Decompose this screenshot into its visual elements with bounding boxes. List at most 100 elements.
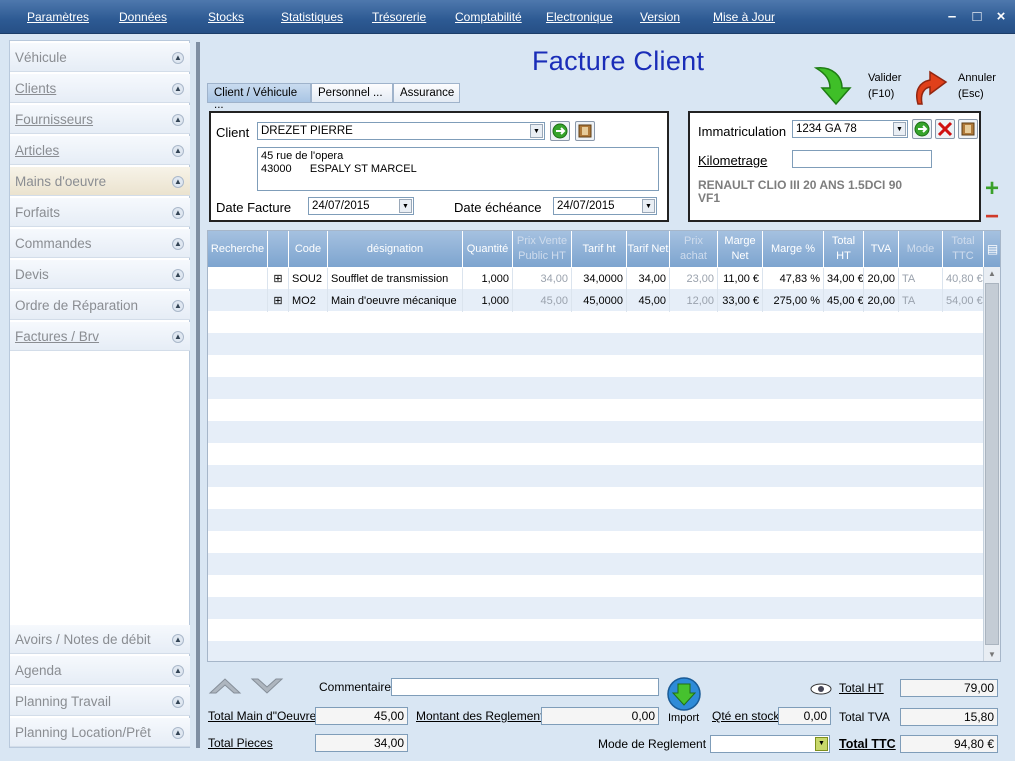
chevron-up-icon[interactable]: ▲ [172, 331, 184, 343]
date-facture-picker[interactable]: 24/07/2015 ▼ [308, 197, 414, 215]
client-select[interactable]: DREZET PIERRE ▼ [257, 122, 545, 140]
col-tarif-ht[interactable]: Tarif ht [572, 231, 627, 267]
sidebar-item-agenda[interactable]: Agenda ▲ [10, 656, 190, 685]
sidebar-item-vehicule[interactable]: Véhicule ▲ [10, 43, 190, 72]
menu-mise-a-jour[interactable]: Mise à Jour [713, 10, 775, 24]
maximize-button[interactable]: □ [969, 8, 985, 25]
client-card-button[interactable] [575, 121, 595, 141]
import-label[interactable]: Import [668, 712, 699, 724]
col-total-ttc[interactable]: Total TTC [943, 231, 984, 267]
chevron-up-icon[interactable]: ▲ [172, 300, 184, 312]
chevron-up-icon[interactable]: ▲ [172, 52, 184, 64]
cell-recherche[interactable] [208, 290, 268, 312]
immatriculation-select[interactable]: 1234 GA 78 ▼ [792, 120, 908, 138]
cell-tarif-ht[interactable]: 45,0000 [572, 290, 627, 312]
menu-electronique[interactable]: Electronique [546, 10, 613, 24]
chevron-up-icon[interactable]: ▲ [172, 207, 184, 219]
table-row[interactable]: ⊞ SOU2 Soufflet de transmission 1,000 34… [208, 268, 984, 290]
client-search-button[interactable] [550, 121, 570, 141]
sidebar-item-fournisseurs[interactable]: Fournisseurs ▲ [10, 105, 190, 134]
cell-quantite[interactable]: 1,000 [463, 268, 513, 290]
column-chooser-icon[interactable]: ▤ [984, 231, 1000, 267]
chevron-up-icon[interactable]: ▲ [172, 665, 184, 677]
chevron-down-icon[interactable]: ▼ [893, 122, 906, 136]
chevron-up-icon[interactable]: ▲ [172, 145, 184, 157]
sidebar-item-planning-travail[interactable]: Planning Travail ▲ [10, 687, 190, 716]
sidebar-item-planning-location[interactable]: Planning Location/Prêt ▲ [10, 718, 190, 747]
chevron-up-icon[interactable]: ▲ [172, 727, 184, 739]
sidebar-item-factures-brv[interactable]: Factures / Brv ▲ [10, 322, 190, 351]
cell-quantite[interactable]: 1,000 [463, 290, 513, 312]
col-total-ht[interactable]: Total HT [824, 231, 864, 267]
menu-donnees[interactable]: Données [119, 10, 167, 24]
vehicle-card-button[interactable] [958, 119, 978, 139]
cell-designation[interactable]: Main d'oeuvre mécanique [328, 290, 463, 312]
menu-stocks[interactable]: Stocks [208, 10, 244, 24]
cell-code[interactable]: MO2 [289, 290, 328, 312]
validate-arrow-icon[interactable] [808, 62, 854, 106]
table-row[interactable]: ⊞ MO2 Main d'oeuvre mécanique 1,000 45,0… [208, 290, 984, 312]
validate-label[interactable]: Valider (F10) [868, 70, 901, 102]
chevron-down-icon[interactable]: ▼ [399, 199, 412, 213]
cell-tva[interactable]: 20,00 [864, 290, 899, 312]
col-designation[interactable]: désignation [328, 231, 463, 267]
chevron-up-icon[interactable]: ▲ [172, 238, 184, 250]
client-address[interactable]: 45 rue de l'opera 43000 ESPALY ST MARCEL [257, 147, 659, 191]
add-line-button[interactable]: + [985, 177, 999, 201]
sidebar-item-avoirs[interactable]: Avoirs / Notes de débit ▲ [10, 625, 190, 654]
vehicle-search-button[interactable] [912, 119, 932, 139]
sidebar-item-commandes[interactable]: Commandes ▲ [10, 229, 190, 258]
cancel-arrow-icon[interactable] [908, 62, 954, 106]
cell-tva[interactable]: 20,00 [864, 268, 899, 290]
expand-icon[interactable]: ⊞ [268, 290, 289, 312]
menu-parametres[interactable]: Paramètres [27, 10, 89, 24]
cell-designation[interactable]: Soufflet de transmission [328, 268, 463, 290]
tab-client-vehicule[interactable]: Client / Véhicule ... [207, 83, 311, 111]
chevron-up-icon[interactable]: ▲ [172, 634, 184, 646]
sidebar-item-articles[interactable]: Articles ▲ [10, 136, 190, 165]
menu-tresorerie[interactable]: Trésorerie [372, 10, 426, 24]
cell-recherche[interactable] [208, 268, 268, 290]
chevron-down-icon[interactable]: ▼ [815, 737, 828, 751]
sidebar-item-forfaits[interactable]: Forfaits ▲ [10, 198, 190, 227]
chevron-down-icon[interactable]: ▼ [530, 124, 543, 138]
kilometrage-input[interactable] [792, 150, 932, 168]
tab-personnel[interactable]: Personnel ... [311, 83, 393, 103]
sidebar-item-ordre-reparation[interactable]: Ordre de Réparation ▲ [10, 291, 190, 320]
menu-comptabilite[interactable]: Comptabilité [455, 10, 522, 24]
chevron-up-icon[interactable]: ▲ [172, 696, 184, 708]
chevron-down-icon[interactable]: ▼ [642, 199, 655, 213]
col-recherche[interactable]: Recherche [208, 231, 268, 267]
sidebar-item-mains-oeuvre[interactable]: Mains d'oeuvre ▲ [10, 167, 190, 196]
cell-tarif-net[interactable]: 34,00 [627, 268, 670, 290]
eye-icon[interactable] [809, 682, 833, 696]
cell-tarif-net[interactable]: 45,00 [627, 290, 670, 312]
expand-icon[interactable]: ⊞ [268, 268, 289, 290]
col-code[interactable]: Code [289, 231, 328, 267]
scroll-down-icon[interactable]: ▼ [988, 650, 996, 659]
scroll-up-icon[interactable]: ▲ [988, 269, 996, 278]
close-button[interactable]: × [993, 8, 1009, 25]
scrollbar-thumb[interactable] [985, 283, 999, 645]
grid-scrollbar[interactable]: ▲ ▼ [983, 267, 1000, 661]
menu-version[interactable]: Version [640, 10, 680, 24]
chevron-up-icon[interactable]: ▲ [172, 269, 184, 281]
cancel-label[interactable]: Annuler (Esc) [958, 70, 996, 102]
col-marge-net[interactable]: Marge Net [718, 231, 763, 267]
col-tarif-net[interactable]: Tarif Net [627, 231, 670, 267]
col-expand[interactable] [268, 231, 289, 267]
mode-reglement-select[interactable]: ▼ [710, 735, 830, 753]
chevron-up-icon[interactable]: ▲ [172, 83, 184, 95]
menu-statistiques[interactable]: Statistiques [281, 10, 343, 24]
col-quantite[interactable]: Quantité [463, 231, 513, 267]
minimize-button[interactable]: – [944, 8, 960, 25]
col-marge-pct[interactable]: Marge % [763, 231, 824, 267]
down-arrow-icon[interactable] [250, 675, 284, 697]
import-icon[interactable] [666, 676, 702, 712]
sidebar-splitter[interactable] [196, 42, 200, 748]
date-echeance-picker[interactable]: 24/07/2015 ▼ [553, 197, 657, 215]
col-prix-vente-public[interactable]: Prix Vente Public HT [513, 231, 572, 267]
up-arrow-icon[interactable] [208, 675, 242, 697]
chevron-up-icon[interactable]: ▲ [172, 114, 184, 126]
chevron-up-icon[interactable]: ▲ [172, 176, 184, 188]
